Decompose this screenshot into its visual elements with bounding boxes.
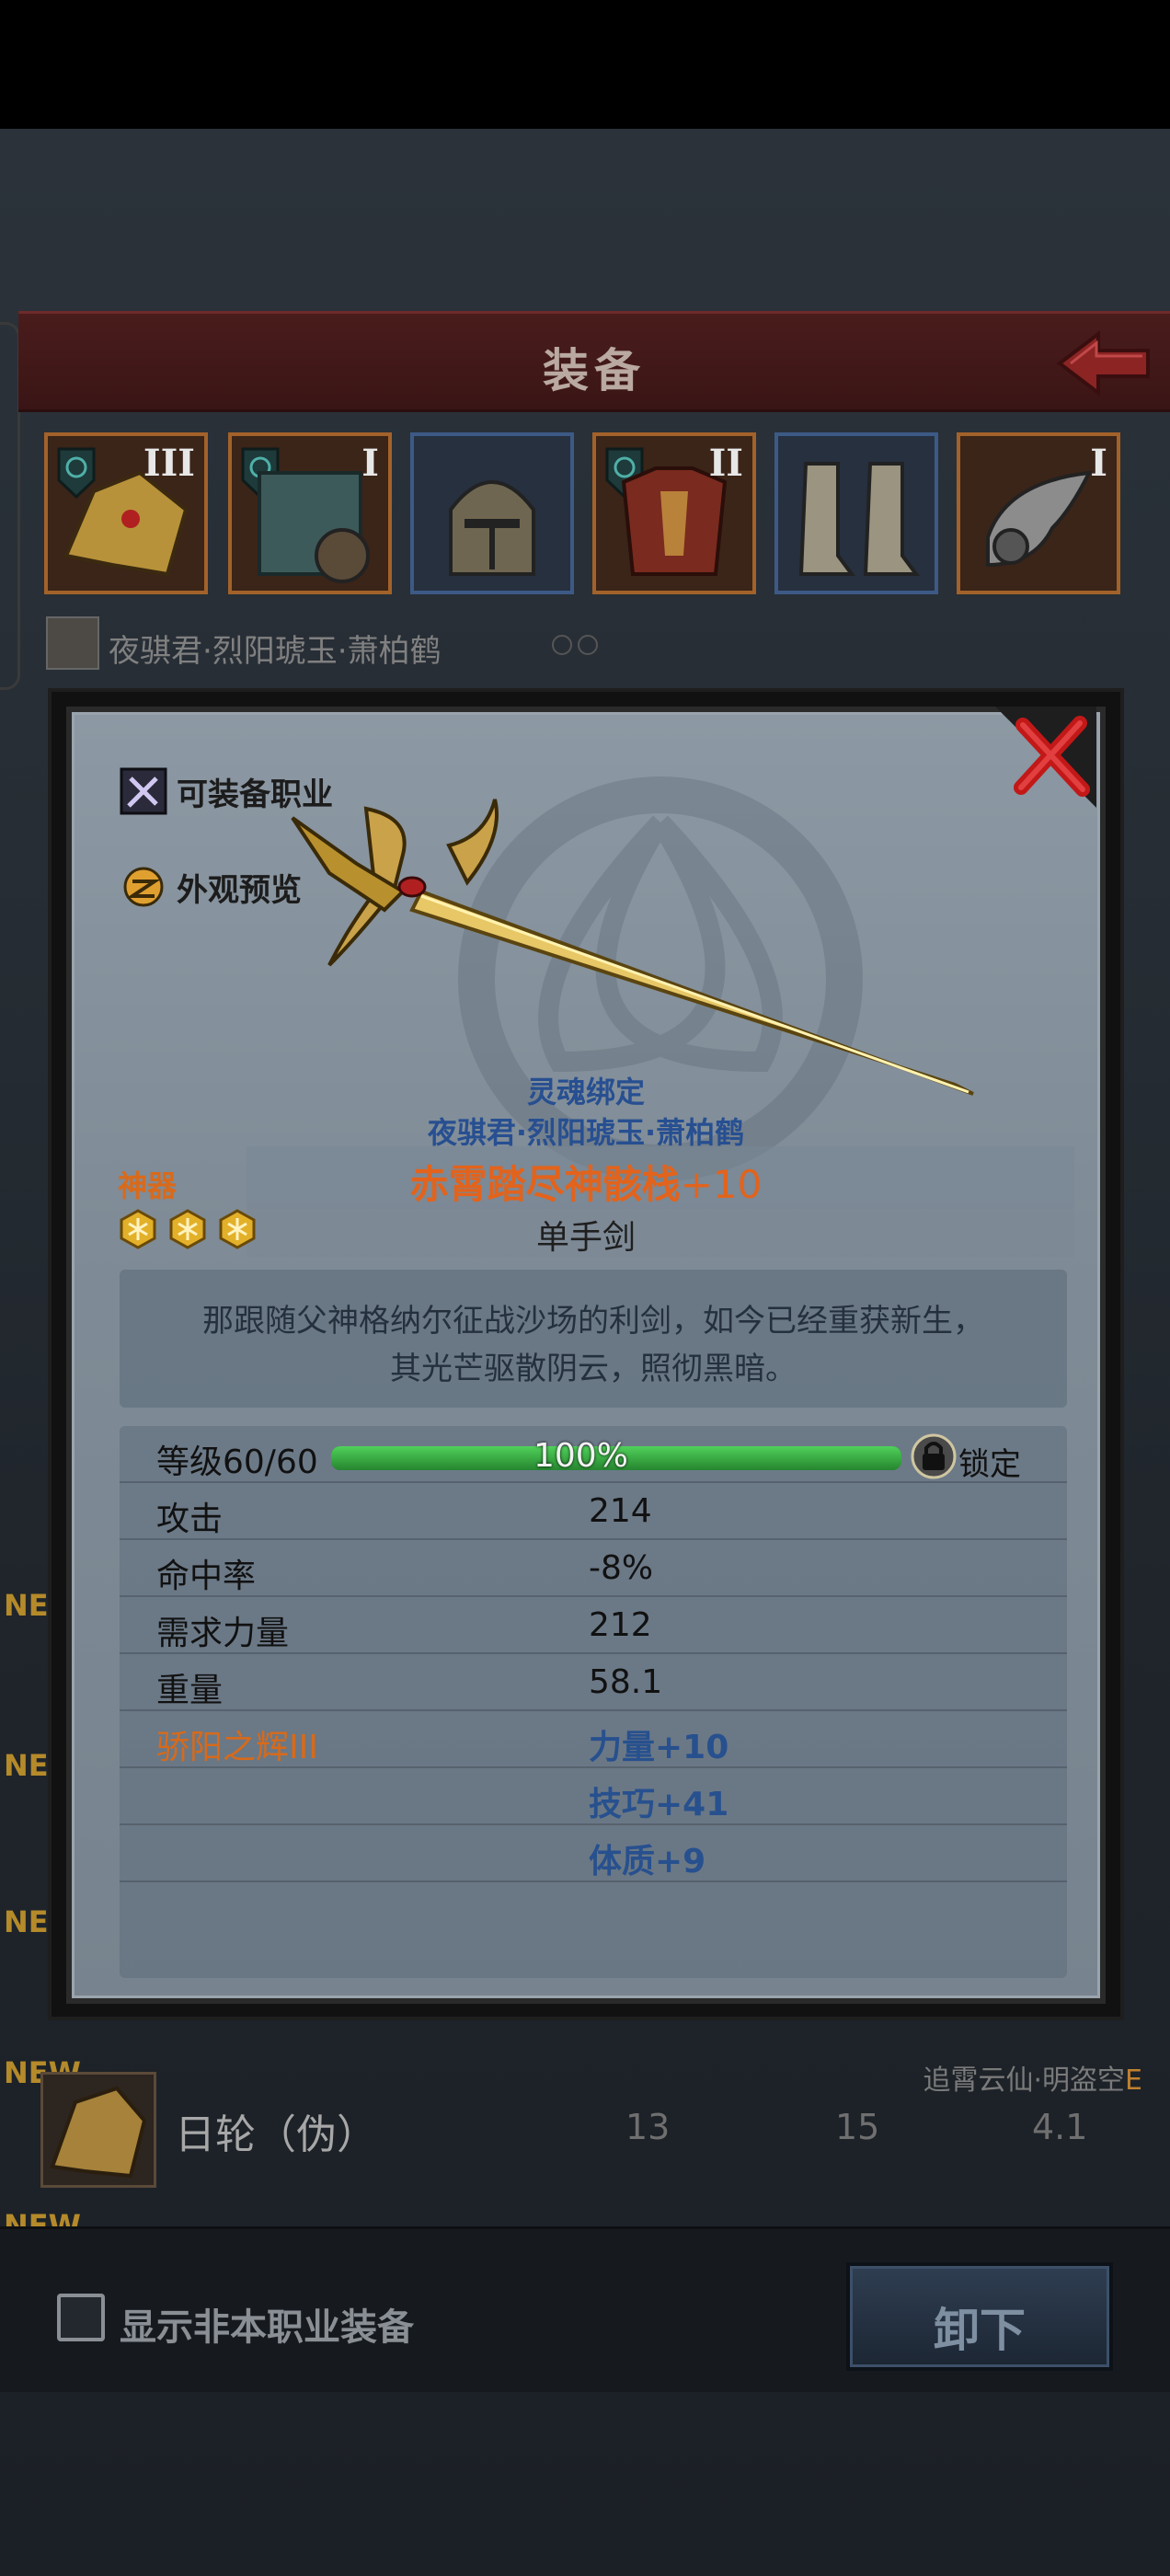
side-drawer-handle[interactable] [0, 322, 20, 690]
level-label: 等级60/60 [156, 1443, 318, 1481]
slot-tier: III [143, 442, 195, 485]
stats-table: 等级60/60 100% 锁定 攻击 214 命中率 -8% 需求力量 212 … [120, 1426, 1067, 1978]
item-title-name: 赤霄踏尽神骸栈 [409, 1162, 681, 1207]
item-owner-name: 追霄云仙·明盗空 [923, 2064, 1126, 2097]
item-name: 日轮（伪） [175, 2111, 377, 2158]
description-line: 其光芒驱散阴云，照彻黑暗。 [390, 1351, 797, 1387]
character-name: 夜骐君·烈阳琥玉·萧柏鹤 [109, 633, 442, 670]
shield-icon [258, 471, 370, 583]
item-thumbnail [40, 2072, 156, 2188]
equipment-header: 装备 [18, 311, 1170, 412]
boots-icon [798, 462, 920, 576]
stat-key: 攻击 [156, 1501, 224, 1538]
unequip-button[interactable]: 卸下 [846, 2262, 1113, 2371]
item-stat-1: 13 [625, 2107, 671, 2147]
slot-tier: I [1090, 442, 1107, 485]
stat-row-weight: 重量 58.1 [120, 1654, 1067, 1711]
stat-row-attack: 攻击 214 [120, 1483, 1067, 1540]
unequip-label: 卸下 [934, 2304, 1026, 2357]
checkbox-label[interactable]: 显示非本职业装备 [120, 2297, 414, 2351]
soul-bound-label: 灵魂绑定 [526, 1075, 645, 1110]
stat-row-hit-rate: 命中率 -8% [120, 1540, 1067, 1597]
item-detail-modal: 可装备职业 外观预览 灵魂绑定 夜骐君·烈阳琥玉·萧柏鹤 神器 赤霄踏尽神骸栈+… [48, 688, 1124, 2020]
equip-slot-bracer[interactable]: I [957, 432, 1120, 594]
item-stat-2: 15 [835, 2107, 880, 2147]
close-icon[interactable] [995, 707, 1096, 808]
level-percent: 100% [533, 1437, 628, 1475]
lock-label[interactable]: 锁定 [958, 1439, 1021, 1484]
equipment-slots: III I II I [44, 432, 1130, 598]
stat-key: 需求力量 [156, 1615, 290, 1652]
equip-slot-offhand[interactable]: I [228, 432, 392, 594]
set-bonus-value: 体质+9 [589, 1843, 706, 1880]
item-description: 那跟随父神格纳尔征战沙场的利剑，如今已经重获新生， 其光芒驱散阴云，照彻黑暗。 [120, 1297, 1067, 1393]
stat-key: 命中率 [156, 1558, 257, 1595]
modal-panel: 可装备职业 外观预览 灵魂绑定 夜骐君·烈阳琥玉·萧柏鹤 神器 赤霄踏尽神骸栈+… [66, 707, 1106, 2004]
page-dots [552, 635, 603, 659]
item-owner-suffix: E [1125, 2064, 1142, 2097]
bottom-bar: 显示非本职业装备 卸下 [0, 2226, 1170, 2392]
set-bonus-name: 骄阳之辉III [156, 1729, 318, 1766]
slot-tier: II [708, 442, 743, 485]
description-line: 那跟随父神格纳尔征战沙场的利剑，如今已经重获新生， [202, 1303, 984, 1340]
equip-slot-helmet[interactable] [410, 432, 574, 594]
stat-value: -8% [589, 1549, 654, 1587]
sword-icon [291, 799, 974, 1096]
description-box: 那跟随父神格纳尔征战沙场的利剑，如今已经重获新生， 其光芒驱散阴云，照彻黑暗。 [120, 1270, 1067, 1408]
list-item[interactable]: NEW 日轮（伪） 13 15 4.1 追霄云仙·明盗空E [0, 2044, 1170, 2188]
item-stat-3: 4.1 [1032, 2107, 1088, 2147]
show-other-class-checkbox[interactable] [57, 2294, 105, 2341]
set-bonus-row: 骄阳之辉III 力量+10 [120, 1711, 1067, 1768]
stat-row-strength-req: 需求力量 212 [120, 1597, 1067, 1654]
set-bonus-row: 技巧+41 [120, 1768, 1067, 1825]
slot-tier: I [361, 442, 379, 485]
set-bonus-value: 技巧+41 [589, 1786, 729, 1823]
class-icon [120, 767, 167, 815]
item-enhance-level: +10 [680, 1162, 763, 1207]
page-title: 装备 [543, 344, 646, 397]
equip-slot-shoulder[interactable]: III [44, 432, 208, 594]
status-bar-area [0, 0, 1170, 129]
stat-value: 214 [589, 1492, 652, 1530]
helmet-icon [449, 480, 535, 576]
appearance-icon [123, 867, 164, 907]
stat-key: 重量 [156, 1672, 224, 1709]
avatar [46, 616, 99, 670]
set-bonus-value: 力量+10 [589, 1729, 729, 1766]
lock-icon[interactable] [911, 1433, 957, 1479]
back-arrow-icon[interactable] [1052, 327, 1153, 400]
shoulder-armor-icon [50, 2086, 147, 2179]
bracer-icon [986, 470, 1093, 568]
item-type: 单手剑 [535, 1219, 636, 1257]
equip-slot-chest[interactable]: II [592, 432, 756, 594]
level-row: 等级60/60 100% 锁定 [120, 1426, 1067, 1483]
item-title: 赤霄踏尽神骸栈+10 [72, 1154, 1100, 1210]
stat-value: 212 [589, 1606, 652, 1644]
item-owner: 追霄云仙·明盗空E [923, 2057, 1142, 2098]
stat-value: 58.1 [589, 1663, 663, 1701]
equip-slot-boots[interactable] [774, 432, 938, 594]
set-bonus-row: 体质+9 [120, 1825, 1067, 1882]
